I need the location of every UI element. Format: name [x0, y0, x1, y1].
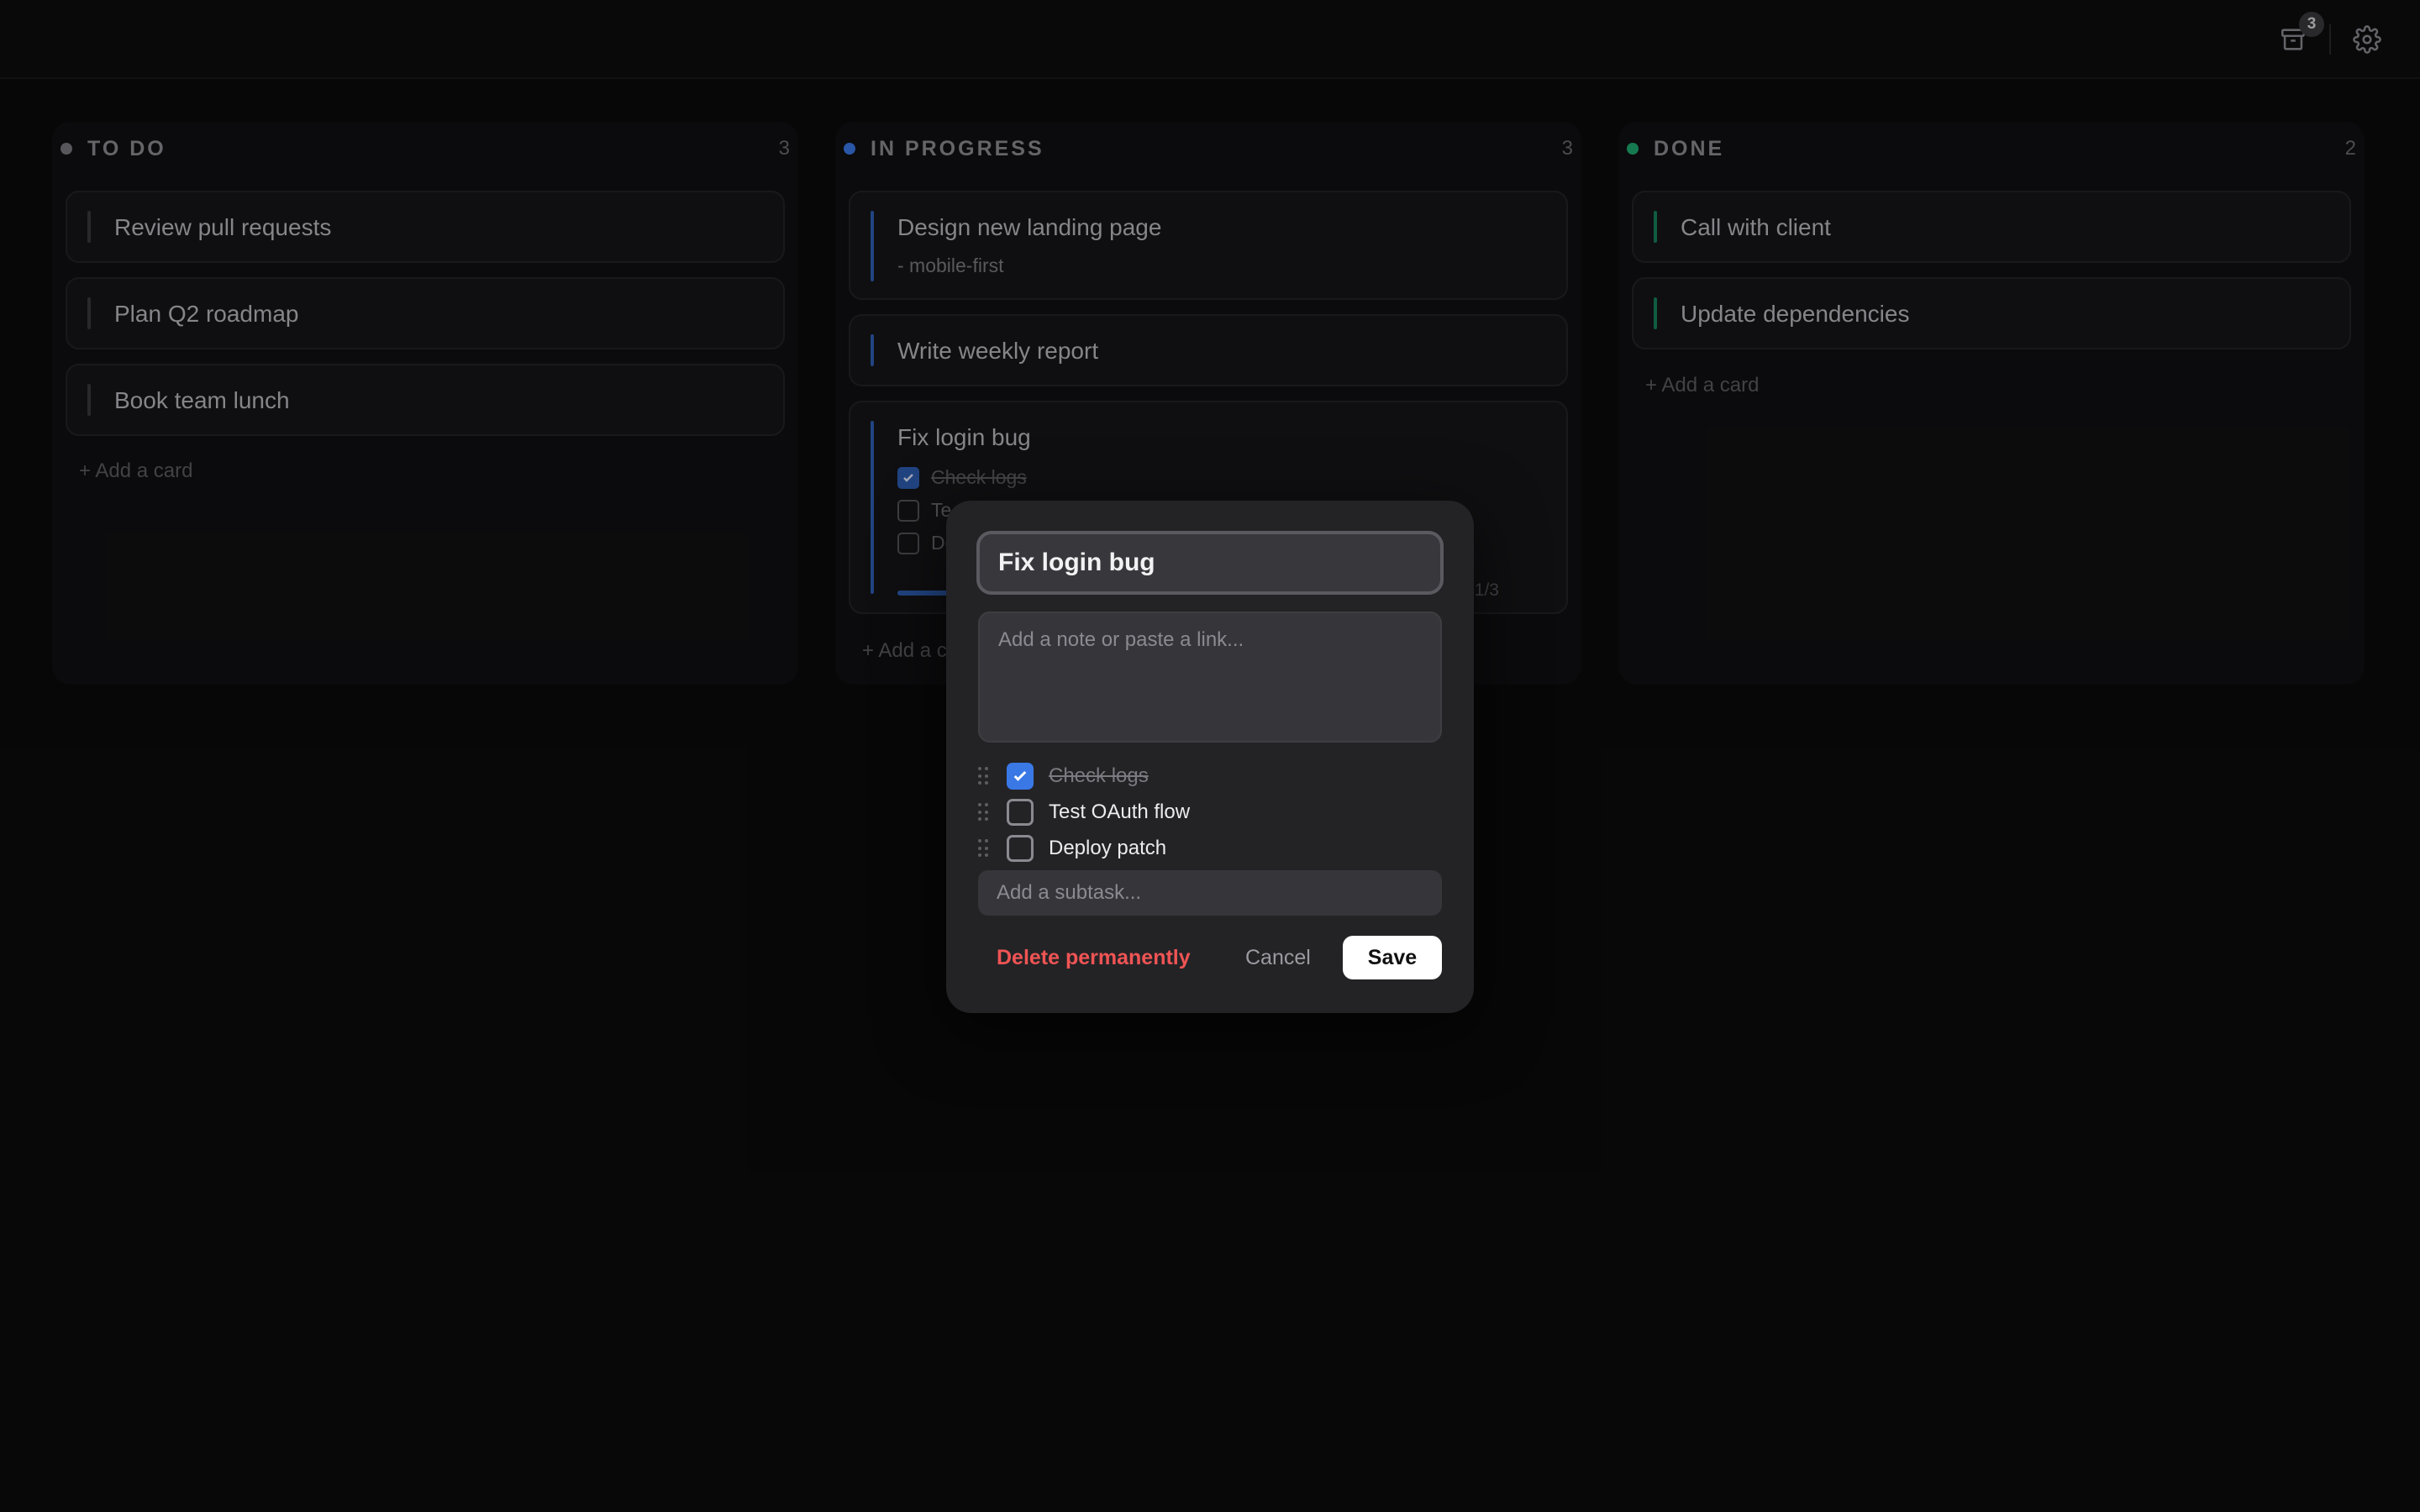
checkmark-icon	[1013, 770, 1027, 781]
cancel-button[interactable]: Cancel	[1245, 946, 1311, 970]
drag-handle-icon[interactable]	[978, 803, 988, 822]
drag-handle-icon[interactable]	[978, 767, 988, 785]
subtask-checkbox[interactable]	[1007, 799, 1034, 826]
delete-permanently-button[interactable]: Delete permanently	[997, 946, 1191, 970]
subtask-item: Deploy patch	[978, 833, 1442, 864]
subtask-item: Test OAuth flow	[978, 797, 1442, 827]
drag-handle-icon[interactable]	[978, 839, 988, 858]
card-title-input[interactable]	[976, 531, 1444, 595]
subtask-item: Check logs	[978, 761, 1442, 791]
subtask-label[interactable]: Test OAuth flow	[1049, 801, 1190, 824]
edit-card-modal: Check logs Test OAuth flow Deploy patch …	[946, 501, 1474, 1013]
subtask-label[interactable]: Check logs	[1049, 764, 1149, 788]
add-subtask-input[interactable]	[978, 870, 1442, 916]
subtask-label[interactable]: Deploy patch	[1049, 837, 1166, 860]
subtask-checkbox[interactable]	[1007, 763, 1034, 790]
save-button[interactable]: Save	[1343, 936, 1442, 979]
subtask-checkbox[interactable]	[1007, 835, 1034, 862]
card-note-textarea[interactable]	[978, 612, 1442, 743]
